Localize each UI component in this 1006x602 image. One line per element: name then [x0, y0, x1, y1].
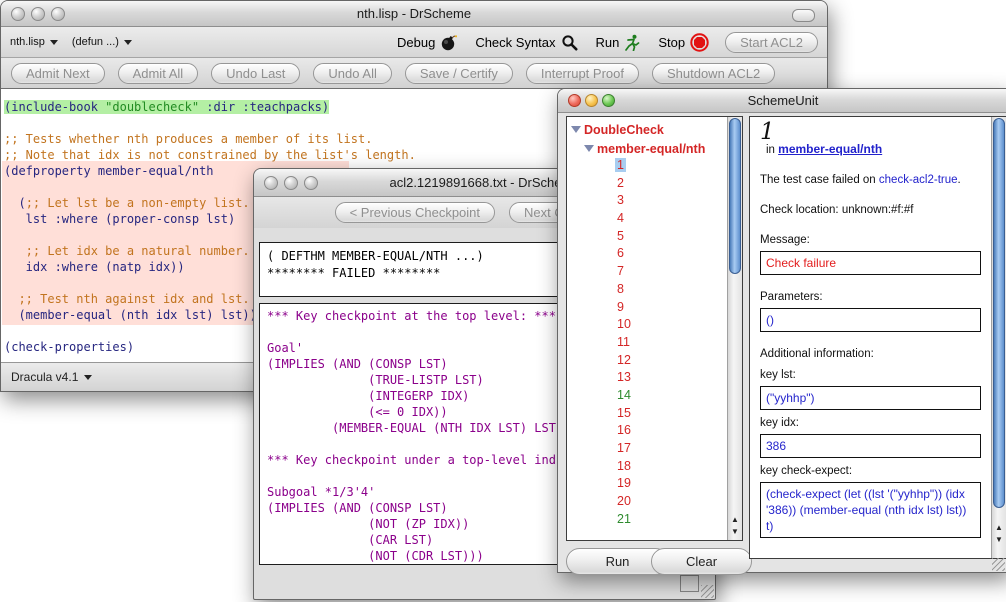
- test-case-item[interactable]: 5: [571, 229, 727, 247]
- test-detail-content: 1 in member-equal/nth The test case fail…: [750, 117, 991, 558]
- language-label: Dracula v4.1: [11, 370, 78, 384]
- field-value: (check-expect (let ((lst '("yyhhp")) (id…: [760, 482, 981, 538]
- debug-button[interactable]: Debug: [397, 34, 457, 51]
- check-location: Check location: unknown:#f:#f: [760, 203, 981, 218]
- test-case-item[interactable]: 19: [571, 476, 727, 494]
- disclosure-triangle-icon[interactable]: [571, 126, 581, 133]
- stop-button[interactable]: Stop: [658, 33, 709, 52]
- scroll-down-icon[interactable]: ▼: [995, 534, 1003, 546]
- main-titlebar[interactable]: nth.lisp - DrScheme: [1, 1, 827, 27]
- acl2-command-toolbar: Admit Next Admit All Undo Last Undo All Save…: [1, 58, 827, 89]
- magnifier-icon: [561, 34, 578, 51]
- test-case-item[interactable]: 21: [571, 512, 727, 530]
- message-label: Message:: [760, 233, 981, 248]
- tree-scrollbar[interactable]: ▲ ▼: [727, 117, 742, 540]
- test-case-item[interactable]: 8: [571, 282, 727, 300]
- scroll-up-icon[interactable]: ▲: [731, 514, 739, 526]
- test-tree: DoubleCheck member-equal/nth 12345678910…: [567, 117, 727, 540]
- acl2-interrupt-proof-button[interactable]: Interrupt Proof: [526, 63, 639, 84]
- dropdown-triangle-icon: [84, 375, 92, 380]
- suite-link[interactable]: member-equal/nth: [778, 142, 882, 156]
- test-case-item[interactable]: 11: [571, 335, 727, 353]
- test-case-item[interactable]: 6: [571, 246, 727, 264]
- window-title: nth.lisp - DrScheme: [1, 6, 827, 21]
- scrollbar-thumb[interactable]: [729, 118, 741, 274]
- test-case-item[interactable]: 13: [571, 370, 727, 388]
- test-case-item[interactable]: 9: [571, 300, 727, 318]
- resize-grip-icon[interactable]: [992, 558, 1005, 571]
- test-case-item[interactable]: 1: [571, 158, 727, 176]
- scrollbar-thumb[interactable]: [993, 118, 1005, 508]
- run-button[interactable]: Run: [596, 34, 641, 51]
- memory-box-icon[interactable]: [680, 575, 699, 592]
- acl2-undo-last-button[interactable]: Undo Last: [211, 63, 300, 84]
- collapse-widget-icon[interactable]: [792, 9, 815, 22]
- scroll-down-icon[interactable]: ▼: [731, 526, 739, 538]
- previous-checkpoint-button[interactable]: < Previous Checkpoint: [335, 202, 495, 223]
- dropdown-triangle-icon: [124, 40, 132, 45]
- case-number: 1: [760, 125, 981, 140]
- failure-description: The test case failed on check-acl2-true.: [760, 173, 981, 188]
- field-label: key check-expect:: [760, 464, 981, 479]
- dropdown-triangle-icon: [50, 40, 58, 45]
- scroll-up-icon[interactable]: ▲: [995, 522, 1003, 534]
- test-case-item[interactable]: 2: [571, 176, 727, 194]
- schemeunit-titlebar[interactable]: SchemeUnit: [558, 89, 1006, 113]
- field-label: key lst:: [760, 368, 981, 383]
- acl2-undo-all-button[interactable]: Undo All: [313, 63, 391, 84]
- parameters-label: Parameters:: [760, 290, 981, 305]
- additional-info-label: Additional information:: [760, 347, 981, 362]
- runner-icon: [624, 34, 640, 51]
- test-case-item[interactable]: 3: [571, 193, 727, 211]
- test-case-item[interactable]: 16: [571, 423, 727, 441]
- field-value: ("yyhhp"): [760, 386, 981, 410]
- clear-results-button[interactable]: Clear: [651, 548, 752, 575]
- test-case-item[interactable]: 10: [571, 317, 727, 335]
- additional-fields: key lst: ("yyhhp") key idx: 386 key check-ex…: [760, 368, 981, 538]
- case-suite-line: in member-equal/nth: [766, 142, 981, 158]
- window-title: SchemeUnit: [558, 93, 1006, 108]
- acl2-shutdown-acl2-button[interactable]: Shutdown ACL2: [652, 63, 775, 84]
- defun-dropdown[interactable]: (defun ...): [72, 36, 132, 48]
- tree-node-suite[interactable]: member-equal/nth: [571, 139, 727, 158]
- detail-scrollbar[interactable]: ▲ ▼: [991, 117, 1006, 558]
- test-case-item[interactable]: 15: [571, 406, 727, 424]
- resize-grip-icon[interactable]: [701, 585, 714, 598]
- test-detail-panel: 1 in member-equal/nth The test case fail…: [749, 116, 1006, 559]
- test-case-item[interactable]: 20: [571, 494, 727, 512]
- check-syntax-button[interactable]: Check Syntax: [475, 34, 577, 51]
- parameters-value: (): [760, 308, 981, 332]
- test-case-item[interactable]: 18: [571, 459, 727, 477]
- main-toolbar: nth.lisp (defun ...) Debug Check Syntax: [1, 27, 827, 58]
- test-case-list: 123456789101112131415161718192021: [571, 158, 727, 529]
- file-dropdown[interactable]: nth.lisp: [10, 36, 58, 48]
- test-case-item[interactable]: 4: [571, 211, 727, 229]
- acl2-save-certify-button[interactable]: Save / Certify: [405, 63, 513, 84]
- schemeunit-window: SchemeUnit DoubleCheck member-equal/nth …: [557, 88, 1006, 573]
- check-acl2-true-ref: check-acl2-true: [879, 174, 958, 186]
- bomb-icon: [440, 34, 457, 51]
- field-label: key idx:: [760, 416, 981, 431]
- start-acl2-button[interactable]: Start ACL2: [725, 32, 818, 53]
- test-case-item[interactable]: 17: [571, 441, 727, 459]
- tree-node-doublecheck[interactable]: DoubleCheck: [571, 120, 727, 139]
- stop-icon: [690, 33, 709, 52]
- test-case-item[interactable]: 14: [571, 388, 727, 406]
- field-value: 386: [760, 434, 981, 458]
- test-case-item[interactable]: 7: [571, 264, 727, 282]
- acl2-admit-next-button[interactable]: Admit Next: [11, 63, 105, 84]
- disclosure-triangle-icon[interactable]: [584, 145, 594, 152]
- test-tree-panel: DoubleCheck member-equal/nth 12345678910…: [566, 116, 743, 541]
- message-value: Check failure: [760, 251, 981, 275]
- test-case-item[interactable]: 12: [571, 353, 727, 371]
- acl2-admit-all-button[interactable]: Admit All: [118, 63, 199, 84]
